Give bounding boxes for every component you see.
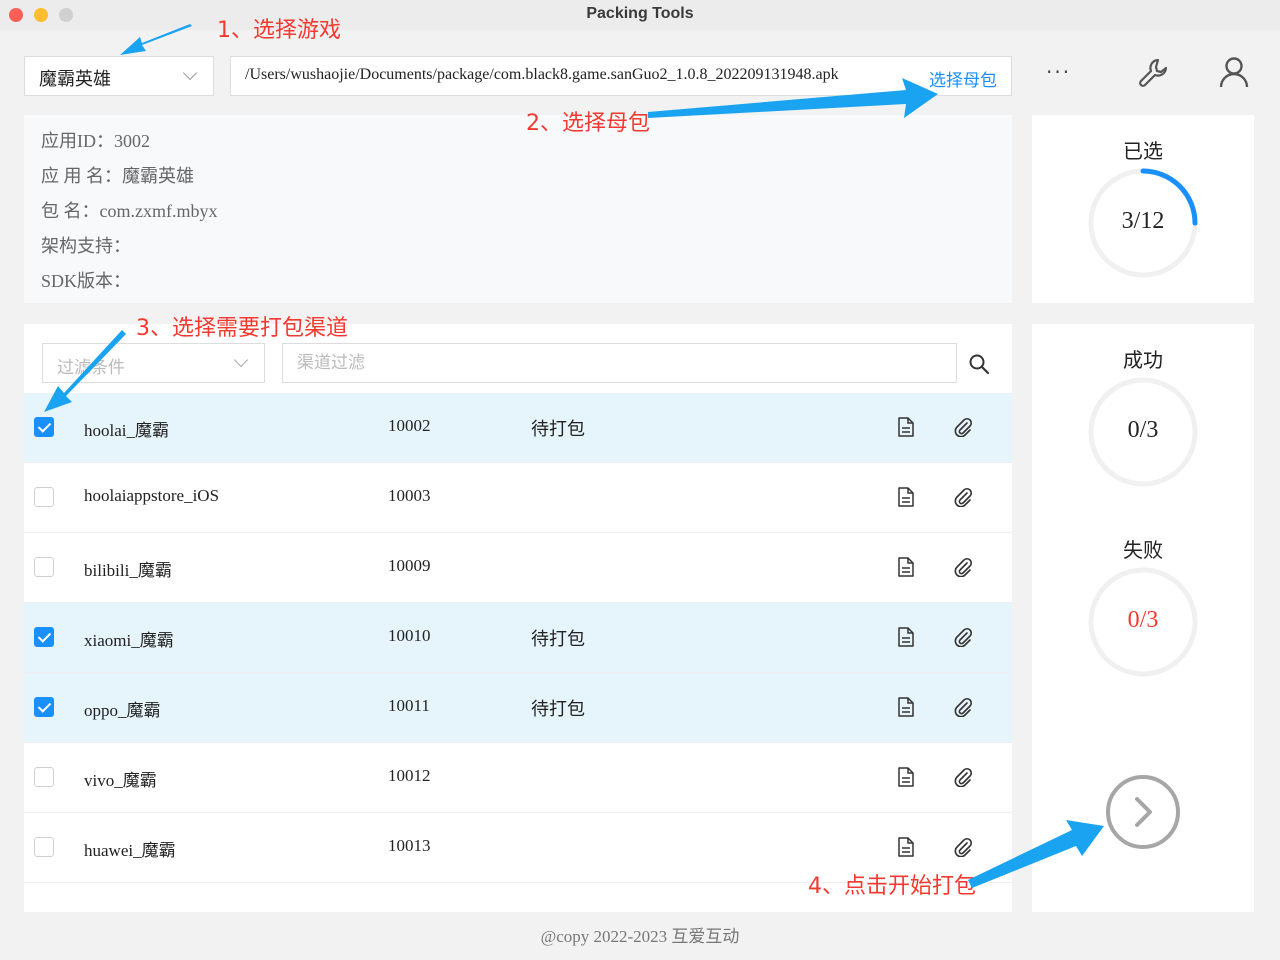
- channel-status: 待打包: [531, 629, 585, 649]
- channel-checkbox[interactable]: [34, 767, 54, 787]
- channel-name: huawei_魔霸: [84, 841, 176, 860]
- selected-panel: 已选 3/12: [1032, 115, 1254, 303]
- annotation-step1: 1、选择游戏: [217, 18, 341, 43]
- channel-id: 10012: [388, 766, 431, 785]
- table-row[interactable]: hoolai_魔霸 10002 待打包: [24, 393, 1012, 463]
- success-label: 成功: [1123, 348, 1163, 372]
- channel-table: hoolai_魔霸 10002 待打包 hoolaiappstore_iOS 10003…: [24, 393, 1012, 883]
- channel-checkbox[interactable]: [34, 697, 54, 717]
- channel-id: 10003: [388, 486, 431, 505]
- table-row[interactable]: xiaomi_魔霸 10010 待打包: [24, 603, 1012, 673]
- more-icon[interactable]: ···: [1046, 62, 1071, 82]
- apk-path-field[interactable]: /Users/wushaojie/Documents/package/com.b…: [230, 56, 1012, 96]
- search-icon[interactable]: [968, 353, 990, 375]
- table-row[interactable]: oppo_魔霸 10011 待打包: [24, 673, 1012, 743]
- paperclip-icon[interactable]: [953, 627, 973, 647]
- channel-name: hoolai_魔霸: [84, 421, 169, 440]
- channel-list-panel: 过滤条件 hoolai_魔霸 10002 待打包 hoolaiappstore_iOS…: [24, 324, 1012, 912]
- table-row[interactable]: hoolaiappstore_iOS 10003: [24, 463, 1012, 533]
- channel-checkbox[interactable]: [34, 487, 54, 507]
- apk-path-text: /Users/wushaojie/Documents/package/com.b…: [245, 66, 839, 83]
- channel-name: xiaomi_魔霸: [84, 631, 174, 650]
- channel-id: 10013: [388, 836, 431, 855]
- channel-name: oppo_魔霸: [84, 701, 161, 720]
- user-icon[interactable]: [1216, 54, 1252, 90]
- selected-label: 已选: [1123, 139, 1163, 163]
- channel-name: vivo_魔霸: [84, 771, 157, 790]
- pick-apk-button[interactable]: 选择母包: [929, 66, 997, 91]
- channel-filter-input[interactable]: [282, 343, 957, 383]
- annotation-step3: 3、选择需要打包渠道: [136, 316, 348, 341]
- annotation-step4: 4、点击开始打包: [808, 874, 976, 899]
- chevron-down-icon: [233, 352, 249, 368]
- paperclip-icon[interactable]: [953, 557, 973, 577]
- title-bar: Packing Tools: [0, 0, 1280, 30]
- app-id: 应用ID：3002: [41, 131, 150, 151]
- paperclip-icon[interactable]: [953, 417, 973, 437]
- channel-status: 待打包: [531, 419, 585, 439]
- selected-value: 3/12: [1121, 208, 1165, 234]
- document-icon[interactable]: [897, 557, 915, 577]
- document-icon[interactable]: [897, 627, 915, 647]
- document-icon[interactable]: [897, 767, 915, 787]
- table-row[interactable]: vivo_魔霸 10012: [24, 743, 1012, 813]
- channel-name: bilibili_魔霸: [84, 561, 172, 580]
- document-icon[interactable]: [897, 487, 915, 507]
- paperclip-icon[interactable]: [953, 487, 973, 507]
- document-icon[interactable]: [897, 697, 915, 717]
- arch-support: 架构支持：: [41, 236, 131, 256]
- paperclip-icon[interactable]: [953, 767, 973, 787]
- wrench-icon[interactable]: [1136, 56, 1170, 90]
- sdk-version: SDK版本：: [41, 271, 132, 291]
- channel-id: 10010: [388, 626, 431, 645]
- window-title: Packing Tools: [586, 5, 694, 22]
- footer-copyright: @copy 2022-2023 互爱互动: [540, 927, 740, 946]
- channel-checkbox[interactable]: [34, 557, 54, 577]
- start-packing-button[interactable]: [1105, 774, 1181, 850]
- filter-condition-select[interactable]: 过滤条件: [42, 343, 265, 383]
- channel-status: 待打包: [531, 699, 585, 719]
- filter-condition-placeholder: 过滤条件: [57, 358, 125, 378]
- game-select[interactable]: 魔霸英雄: [24, 56, 214, 96]
- paperclip-icon[interactable]: [953, 837, 973, 857]
- package-name: 包 名：com.zxmf.mbyx: [41, 201, 218, 221]
- channel-id: 10009: [388, 556, 431, 575]
- annotation-step2: 2、选择母包: [526, 111, 650, 136]
- chevron-down-icon: [182, 65, 198, 81]
- channel-checkbox[interactable]: [34, 837, 54, 857]
- paperclip-icon[interactable]: [953, 697, 973, 717]
- game-select-value: 魔霸英雄: [39, 69, 111, 89]
- document-icon[interactable]: [897, 837, 915, 857]
- fail-label: 失败: [1123, 538, 1163, 562]
- document-icon[interactable]: [897, 417, 915, 437]
- success-value: 0/3: [1127, 417, 1159, 443]
- channel-name: hoolaiappstore_iOS: [84, 486, 220, 505]
- channel-id: 10011: [388, 696, 430, 715]
- fail-value: 0/3: [1127, 607, 1159, 633]
- channel-checkbox[interactable]: [34, 627, 54, 647]
- app-name: 应 用 名：魔霸英雄: [41, 166, 194, 186]
- table-row[interactable]: bilibili_魔霸 10009: [24, 533, 1012, 603]
- app-info-panel: 应用ID：3002 应 用 名：魔霸英雄 包 名：com.zxmf.mbyx 架…: [24, 115, 1012, 303]
- channel-id: 10002: [388, 416, 431, 435]
- channel-checkbox[interactable]: [34, 417, 54, 437]
